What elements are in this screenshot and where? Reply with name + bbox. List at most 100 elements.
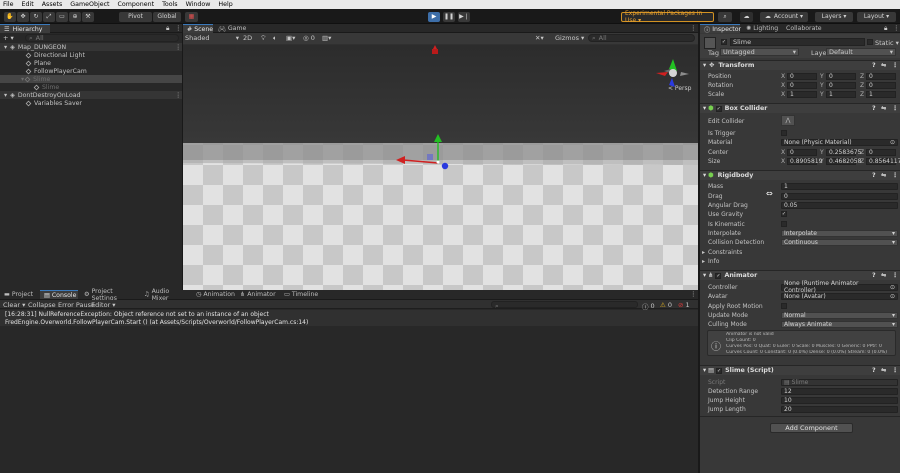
menu-tools[interactable]: Tools xyxy=(162,1,178,8)
box-collider-enabled-checkbox[interactable]: ✓ xyxy=(715,105,722,112)
help-icon[interactable]: ? xyxy=(872,172,876,179)
create-dropdown[interactable]: + ▾ xyxy=(3,34,23,42)
error-count-toggle[interactable]: ⊘ 1 xyxy=(678,301,690,309)
animator-header[interactable]: ▾ ⋔ ✓ Animator ? ⇋ ⋮ xyxy=(700,270,900,280)
hierarchy-item[interactable]: FollowPlayerCam xyxy=(0,67,182,75)
size-y[interactable]: Y 0.4682058 xyxy=(820,157,861,165)
center-x[interactable]: X0 xyxy=(781,148,817,156)
collab-cloud-button[interactable]: ☁ xyxy=(740,11,753,22)
presets-icon[interactable]: ⇋ xyxy=(881,62,886,69)
more-menu-icon[interactable]: ⋮ xyxy=(892,272,898,279)
menu-file[interactable]: File xyxy=(3,1,14,8)
more-menu-icon[interactable]: ⋮ xyxy=(175,24,182,32)
tab-audio-mixer[interactable]: ♫ Audio Mixer xyxy=(140,288,190,302)
mass-field[interactable]: 1 xyxy=(781,182,898,190)
tab-project-settings[interactable]: ⚙ Project Settings xyxy=(80,288,138,302)
hierarchy-item-selected[interactable]: ▾ Slime xyxy=(0,75,182,83)
error-pause-toggle[interactable]: Error Pause xyxy=(58,301,95,309)
more-menu-icon[interactable]: ⋮ xyxy=(892,367,898,374)
tab-animation[interactable]: ◷ Animation xyxy=(192,290,235,299)
position-y[interactable]: Y0 xyxy=(820,72,856,80)
apply-root-motion-checkbox[interactable] xyxy=(781,303,787,309)
collapse-toggle[interactable]: Collapse xyxy=(28,301,56,309)
2d-toggle[interactable]: 2D xyxy=(243,34,255,42)
tab-hierarchy[interactable]: ☰ Hierarchy xyxy=(0,24,50,33)
warning-count-toggle[interactable]: ⚠ 0 xyxy=(660,301,672,309)
menu-edit[interactable]: Edit xyxy=(22,1,34,8)
lock-icon[interactable]: 🔒︎ xyxy=(884,24,887,33)
more-menu-icon[interactable]: ⋮ xyxy=(892,172,898,179)
material-field[interactable]: None (Physic Material) ⊙ xyxy=(781,138,898,146)
grid-snap-button[interactable]: ▦ xyxy=(185,11,198,22)
audio-icon[interactable]: 🔈︎ xyxy=(273,34,277,43)
gizmos-dropdown[interactable]: Gizmos ▾ xyxy=(555,34,587,42)
hidden-objects-icon[interactable]: ◎ 0 xyxy=(303,34,315,42)
object-name-field[interactable]: Slime xyxy=(730,38,865,46)
hierarchy-item-scene[interactable]: ▾ ◈ DontDestroyOnLoad ⋮ xyxy=(0,91,182,99)
step-button[interactable]: ▶❘ xyxy=(458,11,470,22)
presets-icon[interactable]: ⇋ xyxy=(881,105,886,112)
hierarchy-search-input[interactable]: ⌕ All xyxy=(25,34,179,42)
update-mode-dropdown[interactable]: Normal ▾ xyxy=(781,311,898,319)
tab-console[interactable]: ▤ Console xyxy=(40,290,78,299)
culling-mode-dropdown[interactable]: Always Animate ▾ xyxy=(781,320,898,328)
rotation-x[interactable]: X0 xyxy=(781,81,817,89)
static-dropdown[interactable]: Static ▾ xyxy=(875,39,899,47)
rotation-y[interactable]: Y0 xyxy=(820,81,856,89)
global-button[interactable]: Global xyxy=(153,11,181,22)
slime-script-enabled-checkbox[interactable]: ✓ xyxy=(716,367,723,374)
layer-dropdown[interactable]: Default ▾ xyxy=(826,48,896,56)
object-picker-icon[interactable]: ⊙ xyxy=(890,139,895,146)
search-button[interactable]: ⌕ xyxy=(718,11,732,22)
editor-dropdown[interactable]: Editor ▾ xyxy=(91,301,116,309)
avatar-field[interactable]: None (Avatar) ⊙ xyxy=(781,292,898,300)
add-component-button[interactable]: Add Component xyxy=(770,423,853,433)
angular-drag-field[interactable]: 0.05 xyxy=(781,201,898,209)
position-x[interactable]: X0 xyxy=(781,72,817,80)
controller-field[interactable]: None (Runtime Animator Controller) ⊙ xyxy=(781,280,898,294)
layout-dropdown[interactable]: Layout ▾ xyxy=(857,11,896,22)
rect-tool-button[interactable]: ▭ xyxy=(56,11,68,22)
hierarchy-item[interactable]: Variables Saver xyxy=(0,99,182,107)
info-foldout[interactable]: ▸ Info xyxy=(702,257,892,265)
help-icon[interactable]: ? xyxy=(872,105,876,112)
account-dropdown[interactable]: ☁ Account ▾ xyxy=(760,11,808,22)
tab-game[interactable]: 🎮︎ Game xyxy=(214,24,246,33)
gameobject-icon[interactable] xyxy=(704,37,716,49)
rotate-tool-button[interactable]: ↻ xyxy=(30,11,42,22)
console-search-input[interactable]: ⌕ xyxy=(491,301,638,310)
hierarchy-item[interactable]: Plane xyxy=(0,59,182,67)
position-z[interactable]: Z0 xyxy=(860,72,896,80)
animator-enabled-checkbox[interactable]: ✓ xyxy=(715,272,722,279)
drag-field[interactable]: 0 xyxy=(781,192,898,200)
constraints-foldout[interactable]: ▸ Constraints xyxy=(702,248,892,256)
camera-icon[interactable]: ▥▾ xyxy=(322,34,331,42)
tab-timeline[interactable]: ▭ Timeline xyxy=(280,290,320,299)
scene-viewport[interactable]: < Persp xyxy=(183,45,698,290)
center-z[interactable]: Z0 xyxy=(860,148,896,156)
tab-animator[interactable]: ⋔ Animator xyxy=(236,290,276,299)
experimental-packages-button[interactable]: Experimental Packages In Use ▾ xyxy=(621,10,714,24)
help-icon[interactable]: ? xyxy=(872,367,876,374)
presets-icon[interactable]: ⇋ xyxy=(881,272,886,279)
use-gravity-checkbox[interactable]: ✓ xyxy=(781,211,787,217)
is-trigger-checkbox[interactable] xyxy=(781,130,787,136)
help-icon[interactable]: ? xyxy=(872,272,876,279)
static-checkbox[interactable] xyxy=(867,39,873,47)
detection-range-field[interactable]: 12 xyxy=(781,387,898,395)
is-kinematic-checkbox[interactable] xyxy=(781,221,787,227)
layers-dropdown[interactable]: Layers ▾ xyxy=(815,11,853,22)
hierarchy-item[interactable]: Directional Light xyxy=(0,51,182,59)
tab-inspector[interactable]: ⓘ Inspector xyxy=(700,24,741,34)
rotation-z[interactable]: Z0 xyxy=(860,81,896,89)
effects-icon[interactable]: ▣▾ xyxy=(286,34,295,42)
hand-tool-button[interactable]: ✋ xyxy=(4,11,16,22)
menu-gameobject[interactable]: GameObject xyxy=(70,1,109,8)
menu-window[interactable]: Window xyxy=(186,1,211,8)
scale-tool-button[interactable]: ⤢ xyxy=(43,11,55,22)
more-menu-icon[interactable]: ⋮ xyxy=(892,62,898,69)
edit-collider-button[interactable]: ⋀ xyxy=(781,115,795,126)
tab-scene[interactable]: # Scene xyxy=(183,24,213,33)
scale-x[interactable]: X1 xyxy=(781,90,817,98)
menu-assets[interactable]: Assets xyxy=(42,1,63,8)
